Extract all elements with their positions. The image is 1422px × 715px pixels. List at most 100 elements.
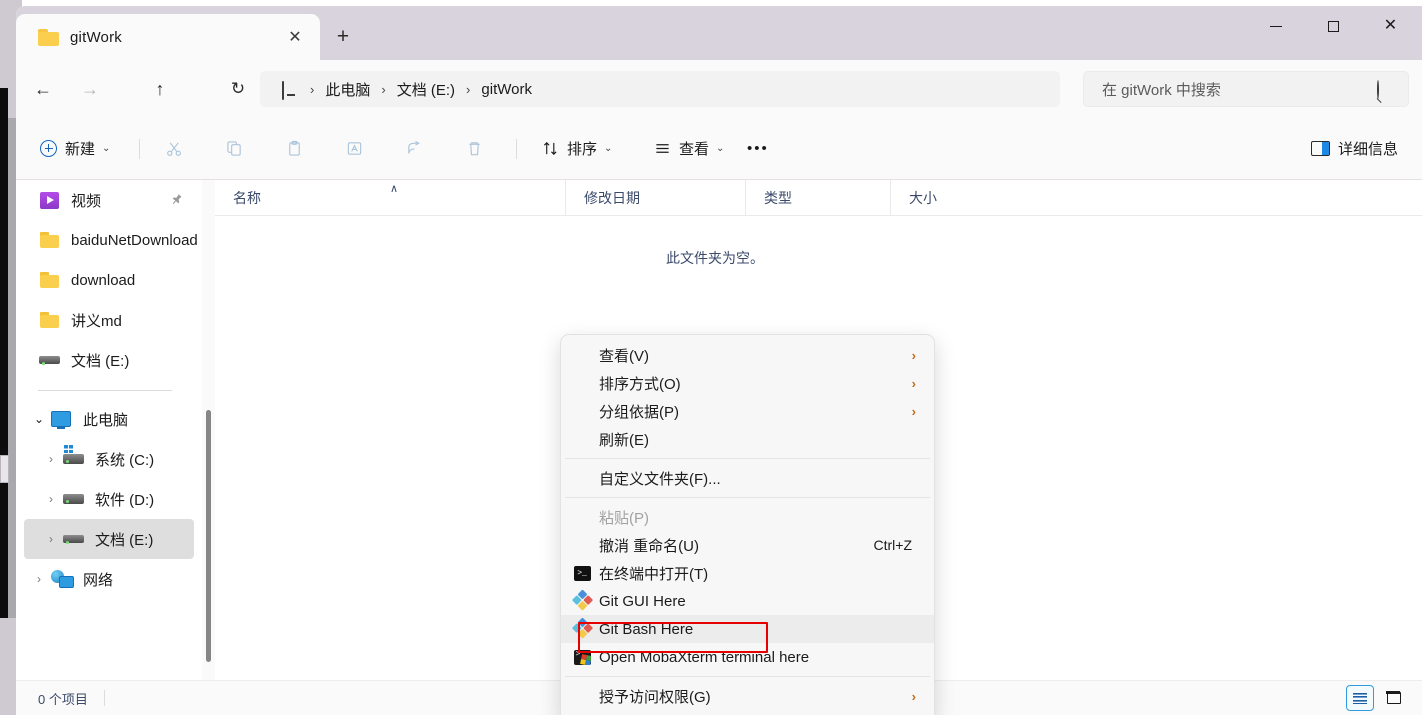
sidebar-item-label: 讲义md <box>71 312 122 330</box>
context-menu-item-customize-folder[interactable]: 自定义文件夹(F)... <box>561 464 934 492</box>
sort-button[interactable]: 排序 ⌄ <box>532 131 621 165</box>
sidebar-item-jiangyi-md[interactable]: 讲义md <box>16 300 198 340</box>
sidebar-item-baidunetdownload[interactable]: baiduNetDownload <box>16 220 198 260</box>
context-menu-item-label: 刷新(E) <box>599 431 649 449</box>
rename-button[interactable] <box>336 131 380 165</box>
search-icon[interactable] <box>1375 80 1392 99</box>
folder-icon <box>38 230 60 250</box>
column-header-size[interactable]: 大小 <box>890 179 992 216</box>
context-menu-item-refresh[interactable]: 刷新(E) <box>561 425 934 453</box>
chevron-down-icon: ⌄ <box>102 142 111 154</box>
back-button[interactable]: ← <box>26 72 60 106</box>
sidebar-item-videos[interactable]: 视频 <box>16 180 198 220</box>
context-menu-item-undo-rename[interactable]: 撤消 重命名(U) Ctrl+Z <box>561 531 934 559</box>
breadcrumb-item-gitwork[interactable]: gitWork <box>481 81 532 98</box>
tab-title: gitWork <box>70 28 122 46</box>
context-menu-item-group-by[interactable]: 分组依据(P) › <box>561 397 934 425</box>
terminal-icon: >_ <box>571 564 593 582</box>
up-button[interactable]: ↑ <box>143 72 177 106</box>
chevron-right-icon[interactable]: › <box>30 572 48 586</box>
plus-circle-icon <box>39 139 58 158</box>
context-menu-item-shortcut: Ctrl+Z <box>873 537 913 553</box>
column-header-label: 大小 <box>909 189 937 206</box>
chevron-right-icon[interactable]: › <box>42 492 60 506</box>
forward-button[interactable]: → <box>73 72 107 106</box>
column-header-date-modified[interactable]: 修改日期 <box>565 179 745 216</box>
drive-icon <box>62 529 84 549</box>
sidebar-item-download[interactable]: download <box>16 260 198 300</box>
no-icon <box>571 402 593 420</box>
navigation-pane[interactable]: 视频 baiduNetDownload download 讲义md 文档 (E:… <box>16 180 198 686</box>
cut-button[interactable] <box>156 131 200 165</box>
minimize-button[interactable] <box>1252 6 1299 46</box>
large-icons-view-icon <box>1386 691 1401 704</box>
context-menu-item-label: Git GUI Here <box>599 592 686 610</box>
folder-icon <box>38 270 60 290</box>
more-options-button[interactable]: ••• <box>738 131 778 165</box>
close-icon[interactable]: ✕ <box>284 26 306 48</box>
rename-icon <box>345 139 364 158</box>
new-tab-button[interactable]: + <box>330 25 356 49</box>
scissors-icon <box>165 139 184 158</box>
sidebar-scrollbar-thumb[interactable] <box>206 410 211 662</box>
chevron-right-icon[interactable]: › <box>42 532 60 546</box>
search-placeholder: 在 gitWork 中搜索 <box>1102 81 1221 99</box>
search-input[interactable]: 在 gitWork 中搜索 <box>1083 71 1409 107</box>
sidebar-item-documents-e[interactable]: › 文档 (E:) <box>24 519 194 559</box>
context-menu-item-view[interactable]: 查看(V) › <box>561 341 934 369</box>
no-icon <box>571 687 593 705</box>
sidebar-item-documents-e-pinned[interactable]: 文档 (E:) <box>16 340 198 380</box>
title-bar: gitWork ✕ + ✕ <box>16 6 1422 60</box>
sidebar-item-this-pc[interactable]: ⌄ 此电脑 <box>16 399 198 439</box>
details-pane-icon <box>1310 140 1330 156</box>
sidebar-scrollbar[interactable] <box>202 180 215 686</box>
context-menu-item-label: 分组依据(P) <box>599 403 679 421</box>
view-lines-icon <box>653 139 672 158</box>
sidebar-item-label: 网络 <box>83 571 114 589</box>
breadcrumb-item-documents-e[interactable]: 文档 (E:) <box>397 79 455 100</box>
column-header-name[interactable]: ∧ 名称 <box>215 180 565 216</box>
mobaxterm-icon <box>571 648 593 666</box>
chevron-right-icon: › <box>911 375 916 391</box>
view-button-label: 查看 <box>679 140 710 158</box>
close-window-button[interactable]: ✕ <box>1367 6 1414 46</box>
context-menu-item-grant-access[interactable]: 授予访问权限(G) › <box>561 682 934 710</box>
chevron-right-icon[interactable]: › <box>42 452 60 466</box>
sidebar-divider <box>38 390 172 391</box>
paste-icon <box>285 139 304 158</box>
no-icon <box>571 430 593 448</box>
context-menu-item-paste: 粘贴(P) <box>561 503 934 531</box>
context-menu-item-git-gui-here[interactable]: Git GUI Here <box>561 587 934 615</box>
no-icon <box>571 508 593 526</box>
chevron-down-icon[interactable]: ⌄ <box>30 412 48 426</box>
column-header-type[interactable]: 类型 <box>745 179 890 216</box>
maximize-icon <box>1328 20 1339 32</box>
details-view-button[interactable] <box>1346 685 1374 711</box>
details-pane-button[interactable]: 详细信息 <box>1301 131 1408 165</box>
screen: gitWork ✕ + ✕ ← → ↑ ↻ › 此电脑 › 文档 (E:) › … <box>0 0 1422 715</box>
breadcrumb[interactable]: › 此电脑 › 文档 (E:) › gitWork <box>260 71 1060 107</box>
copy-button[interactable] <box>216 131 260 165</box>
column-header-label: 修改日期 <box>584 189 640 206</box>
maximize-button[interactable] <box>1310 6 1357 46</box>
item-count-label: 0 个项目 <box>38 691 88 707</box>
context-menu-item-sort-by[interactable]: 排序方式(O) › <box>561 369 934 397</box>
new-button[interactable]: 新建 ⌄ <box>30 131 119 165</box>
context-menu-item-git-bash-here[interactable]: Git Bash Here <box>561 615 934 643</box>
large-icons-view-button[interactable] <box>1380 685 1408 711</box>
delete-button[interactable] <box>456 131 500 165</box>
tab-gitwork[interactable]: gitWork ✕ <box>16 14 320 60</box>
sidebar-item-software-d[interactable]: › 软件 (D:) <box>16 479 198 519</box>
paste-button[interactable] <box>276 131 320 165</box>
breadcrumb-item-this-pc[interactable]: 此电脑 <box>325 79 370 100</box>
sidebar-item-system-c[interactable]: › 系统 (C:) <box>16 439 198 479</box>
share-button[interactable] <box>396 131 440 165</box>
context-menu-item-open-in-terminal[interactable]: >_ 在终端中打开(T) <box>561 559 934 587</box>
sidebar-item-network[interactable]: › 网络 <box>16 559 198 599</box>
context-menu-item-open-mobaxterm-terminal-here[interactable]: Open MobaXterm terminal here <box>561 643 934 671</box>
context-menu-divider <box>565 458 930 459</box>
background-dark-window <box>0 88 8 618</box>
refresh-button[interactable]: ↻ <box>221 72 255 106</box>
context-menu[interactable]: 查看(V) › 排序方式(O) › 分组依据(P) › 刷新(E) 自定义文件夹… <box>560 334 935 715</box>
view-button[interactable]: 查看 ⌄ <box>644 131 733 165</box>
